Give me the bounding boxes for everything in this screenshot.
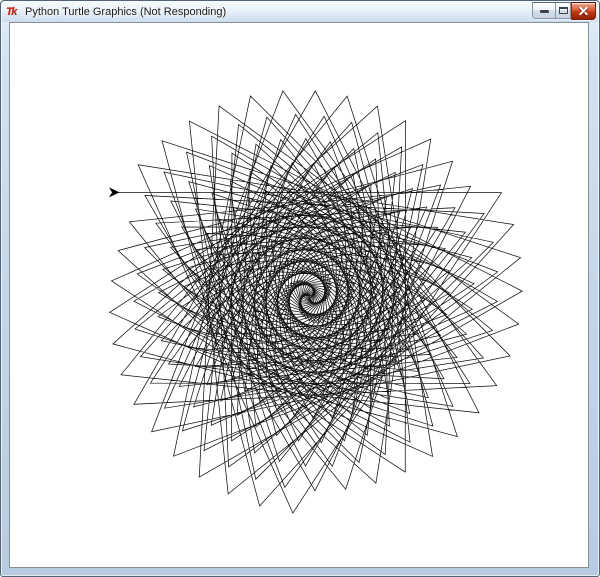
turtle-cursor-icon (109, 187, 119, 197)
minimize-icon (540, 10, 549, 13)
window-title: Python Turtle Graphics (Not Responding) (25, 6, 226, 18)
turtle-graphics-window: Tk Python Turtle Graphics (Not Respondin… (0, 0, 600, 577)
maximize-button[interactable] (555, 2, 571, 19)
window-controls (532, 2, 596, 20)
title-bar[interactable]: Tk Python Turtle Graphics (Not Respondin… (2, 2, 598, 22)
close-button[interactable] (571, 2, 596, 20)
tk-app-icon: Tk (6, 6, 20, 19)
close-icon (579, 7, 588, 16)
spiral-path (110, 91, 523, 513)
maximize-icon (559, 7, 568, 14)
turtle-canvas (9, 22, 589, 568)
minimize-button[interactable] (532, 2, 555, 19)
turtle-drawing (10, 23, 588, 567)
